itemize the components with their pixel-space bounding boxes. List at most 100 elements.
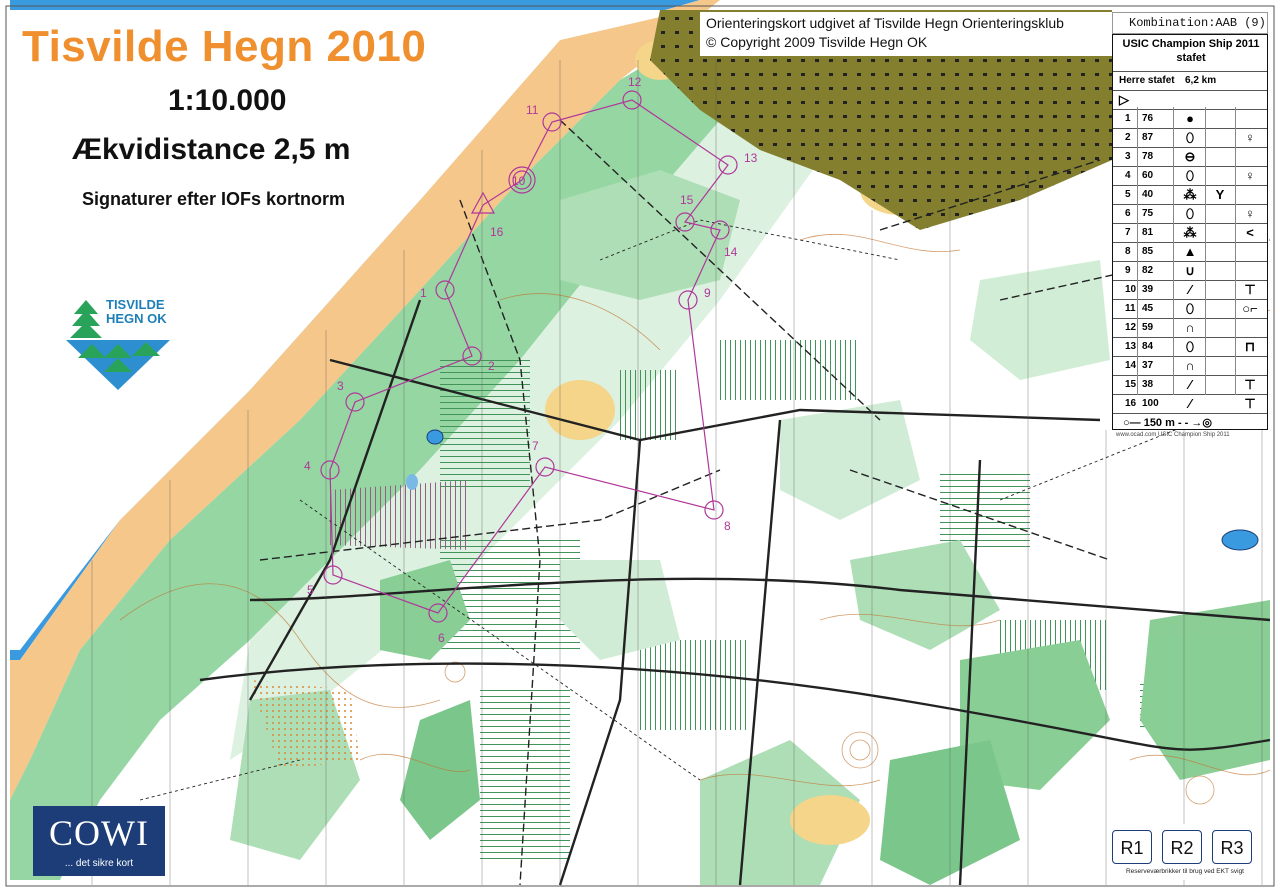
lake [1221,529,1259,551]
sponsor-name: COWI [49,813,149,853]
control-label-15: 15 [680,193,694,207]
control-feature-symbol: ⁄ [1188,396,1192,411]
control-number: 4 [1125,170,1131,181]
control-number: 15 [1125,379,1137,390]
course-header-row: Herre stafet 6,2 km [1113,71,1267,91]
control-feature-symbol: ⊖ [1184,149,1196,164]
control-code: 84 [1142,341,1154,352]
control-number: 16 [1125,398,1137,409]
combination-label: Kombination:AAB (9) [1112,12,1268,34]
control-feature-symbol: ⁄ [1188,282,1192,297]
control-feature-symbol: ⁂ [1183,187,1197,202]
symbols-note: Signaturer efter IOFs kortnorm [82,189,346,209]
control-label-13: 13 [744,151,758,165]
club-name: TISVILDE HEGN OK [106,298,167,326]
control-code: 82 [1142,265,1154,276]
control-feature-symbol: ⬯ [1185,339,1195,354]
control-label-1: 1 [420,286,427,300]
contour-interval: Ækvidistance 2,5 m [72,133,351,166]
start-symbol: ▷ [1119,92,1129,107]
control-feature-symbol: ⬯ [1185,301,1195,316]
control-number: 2 [1125,132,1131,143]
control-code: 39 [1142,284,1154,295]
control-feature-symbol: ● [1186,111,1194,126]
control-detail-symbol: ♀ [1245,206,1255,221]
control-detail-symbol: ⊓ [1244,339,1256,354]
column-divider [1137,107,1138,395]
control-feature-symbol: ⁄ [1188,377,1192,392]
control-feature-symbol: ⬯ [1185,130,1195,145]
rescue-box-r2: R2 [1162,830,1202,864]
finish-line: ○— 150 m - - →◎ [1123,417,1212,429]
publisher-line: Orienteringskort udgivet af Tisvilde Heg… [706,15,1064,31]
control-label-2: 2 [488,359,495,373]
control-description-sheet: USIC Champion Ship 2011 stafet Herre sta… [1112,34,1268,430]
control-label-10: 10 [512,174,526,188]
control-number: 6 [1125,208,1131,219]
control-code: 78 [1142,151,1154,162]
control-label-11: 11 [526,103,539,117]
control-label-12: 12 [628,75,642,89]
rescue-box-r3: R3 [1212,830,1252,864]
column-divider [1205,107,1206,395]
event-name: USIC Champion Ship 2011 [1122,38,1260,50]
control-code: 40 [1142,189,1154,200]
control-detail-symbol: ♀ [1245,168,1255,183]
control-label-8: 8 [724,519,731,533]
course-length: 6,2 km [1185,75,1217,86]
control-label-3: 3 [337,379,344,393]
control-label-7: 7 [532,439,539,453]
control-detail-symbol: ○⌐ [1242,301,1258,316]
control-code: 85 [1142,246,1154,257]
control-label-4: 4 [304,459,311,473]
club-name-line1: TISVILDE [106,297,165,312]
control-label-6: 6 [438,631,445,645]
copyright-line: © Copyright 2009 Tisvilde Hegn OK [706,34,928,50]
control-feature-symbol: ⬯ [1185,168,1195,183]
control-label-5: 5 [307,583,314,597]
control-number: 13 [1125,341,1137,352]
control-detail-symbol: ⊤ [1244,396,1256,411]
control-detail-symbol: ⊤ [1244,377,1256,392]
control-label-14: 14 [724,245,738,259]
control-label-16: 16 [490,225,504,239]
club-name-line2: HEGN OK [106,311,167,326]
event-type: stafet [1176,52,1206,64]
event-title: USIC Champion Ship 2011 stafet [1113,37,1269,65]
control-feature-symbol: ⁂ [1183,225,1197,240]
control-feature-symbol: ∩ [1185,358,1195,373]
map-title: Tisvilde Hegn 2010 [22,22,427,71]
control-number: 11 [1125,303,1136,314]
course-class: Herre stafet [1119,75,1175,86]
control-number: 10 [1125,284,1137,295]
control-code: 59 [1142,322,1154,333]
sponsor-tagline: ... det sikre kort [64,858,134,869]
control-number: 3 [1125,151,1131,162]
control-feature-symbol: ⬯ [1185,206,1195,221]
control-code: 75 [1142,208,1154,219]
description-footnote: www.ocad.com USIC Champion Ship 2011 [1116,432,1230,438]
control-number: 5 [1125,189,1131,200]
control-number: 12 [1125,322,1137,333]
control-extra-symbol: Y [1215,187,1225,202]
copyright-box: Orienteringskort udgivet af Tisvilde Heg… [700,12,1112,56]
rescue-box-panel: R1 R2 R3 Reserveværbrikker til brug ved … [1110,824,1260,880]
control-feature-symbol: ∪ [1185,263,1195,278]
control-code: 60 [1142,170,1154,181]
control-number: 7 [1125,227,1131,238]
control-code: 37 [1142,360,1154,371]
rescue-box-r1: R1 [1112,830,1152,864]
control-number: 9 [1125,265,1131,276]
control-feature-symbol: ∩ [1185,320,1195,335]
control-code: 87 [1142,132,1154,143]
control-code: 76 [1142,113,1154,124]
column-divider [1235,107,1236,395]
control-label-9: 9 [704,286,711,300]
rescue-note: Reserveværbrikker til brug ved EKT svigt [1125,868,1244,875]
map-scale: 1:10.000 [168,84,287,117]
control-detail-symbol: ⊤ [1244,282,1256,297]
control-number: 14 [1125,360,1137,371]
control-detail-symbol: < [1246,225,1254,240]
control-code: 100 [1142,398,1159,409]
control-number: 1 [1125,113,1131,124]
